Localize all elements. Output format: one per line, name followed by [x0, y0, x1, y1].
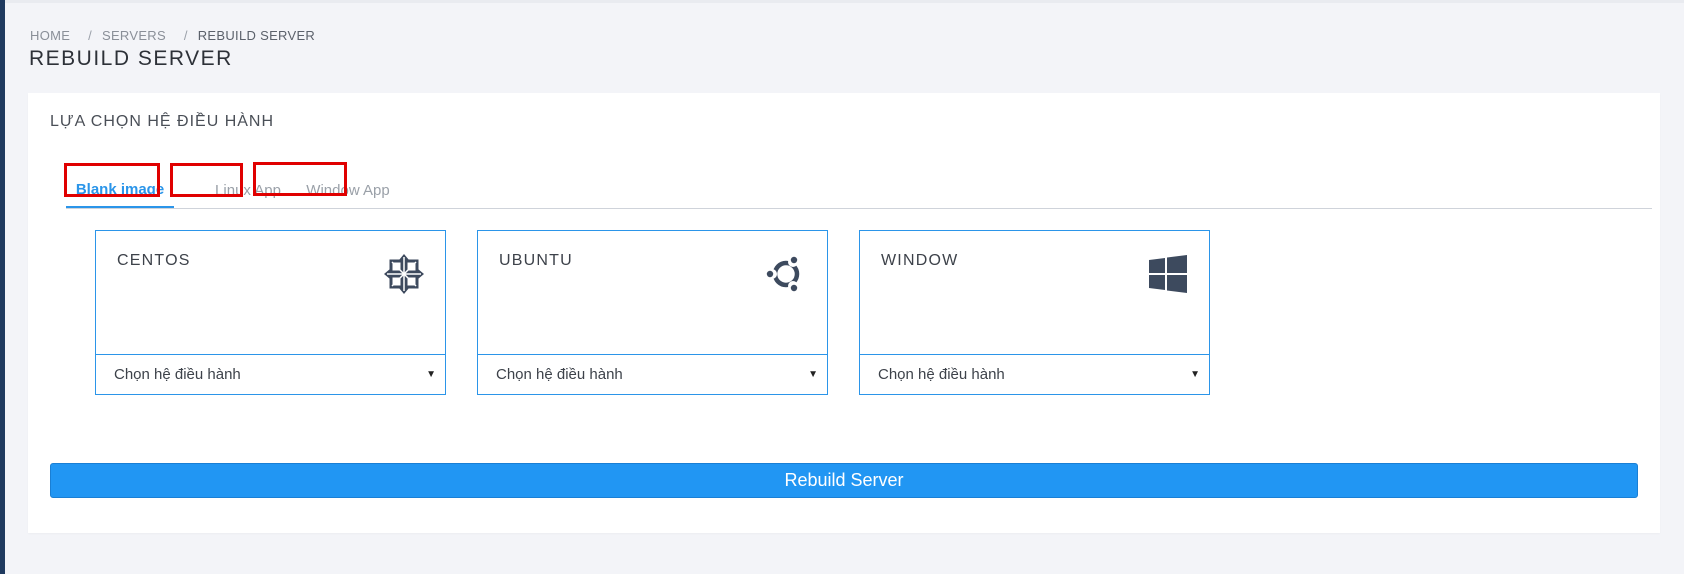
highlight-box	[64, 163, 160, 197]
chevron-down-icon: ▼	[808, 369, 818, 380]
rebuild-card: LỰA CHỌN HỆ ĐIỀU HÀNH Blank image Linux …	[28, 93, 1660, 533]
os-name: UBUNTU	[499, 252, 573, 269]
chevron-down-icon: ▼	[1190, 369, 1200, 380]
top-divider	[5, 0, 1684, 3]
breadcrumb: HOME / SERVERS / REBUILD SERVER	[30, 28, 315, 43]
highlight-box	[170, 163, 243, 197]
os-select-window[interactable]: Chọn hệ điều hành ▼	[860, 354, 1209, 394]
select-value: Chọn hệ điều hành	[496, 366, 623, 383]
os-name: CENTOS	[117, 252, 191, 269]
breadcrumb-current: REBUILD SERVER	[197, 28, 316, 43]
select-value: Chọn hệ điều hành	[114, 366, 241, 383]
os-card-ubuntu[interactable]: UBUNTU Chọn hệ điều hành ▼	[477, 230, 828, 395]
chevron-down-icon: ▼	[426, 369, 436, 380]
os-name: WINDOW	[881, 252, 959, 269]
highlight-box	[253, 162, 347, 196]
breadcrumb-servers[interactable]: SERVERS	[102, 28, 166, 43]
section-title: LỰA CHỌN HỆ ĐIỀU HÀNH	[50, 113, 275, 130]
os-select-centos[interactable]: Chọn hệ điều hành ▼	[96, 354, 445, 394]
os-card-window[interactable]: WINDOW Chọn hệ điều hành ▼	[859, 230, 1210, 395]
os-card-centos[interactable]: CENTOS Chọn hệ điều hành ▼	[95, 230, 446, 395]
page-title: REBUILD SERVER	[29, 47, 233, 70]
breadcrumb-home[interactable]: HOME	[30, 28, 70, 43]
breadcrumb-separator: /	[183, 28, 188, 43]
centos-icon	[384, 254, 424, 294]
sidebar-edge	[0, 0, 5, 574]
rebuild-server-button[interactable]: Rebuild Server	[50, 463, 1638, 498]
windows-icon	[1149, 255, 1187, 293]
ubuntu-icon	[766, 256, 800, 292]
breadcrumb-separator: /	[88, 28, 93, 43]
os-select-ubuntu[interactable]: Chọn hệ điều hành ▼	[478, 354, 827, 394]
select-value: Chọn hệ điều hành	[878, 366, 1005, 383]
